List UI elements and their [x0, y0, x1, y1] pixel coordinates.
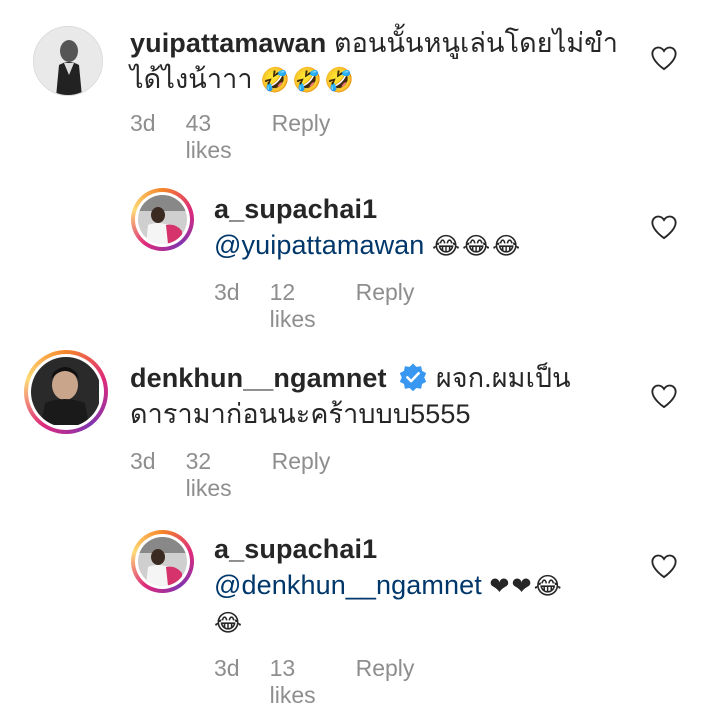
avatar[interactable] — [33, 26, 103, 96]
avatar-image — [138, 195, 187, 244]
comment-body: yuipattamawan ตอนนั้นหนูเล่นโดยไม่ขำ ได้… — [130, 25, 650, 98]
comment-text-line2: ดารามาก่อนนะคร้าบบบ5555 — [130, 399, 471, 429]
comment-username[interactable]: a_supachai1 — [214, 194, 377, 224]
comment-emoji: ❤❤😂 — [489, 572, 564, 600]
reply-button[interactable]: Reply — [356, 279, 415, 333]
avatar[interactable] — [131, 188, 194, 251]
avatar[interactable] — [24, 350, 108, 434]
comment-emoji-line2: 😂 — [214, 609, 245, 637]
comment-body: denkhun__ngamnet ผจก.ผมเป็น ดารามาก่อนนะ… — [130, 360, 650, 432]
avatar-image — [31, 357, 99, 425]
comment-time: 3d — [214, 655, 240, 681]
comment-meta: 3d 32 likes Reply — [130, 448, 330, 502]
mention-link[interactable]: @yuipattamawan — [214, 230, 424, 260]
avatar-image — [138, 537, 187, 586]
reply-button[interactable]: Reply — [272, 448, 331, 502]
comment-meta: 3d 13 likes Reply — [214, 655, 414, 709]
comment-username[interactable]: denkhun__ngamnet — [130, 363, 387, 393]
likes-count[interactable]: 32 likes — [186, 448, 232, 502]
heart-outline-icon[interactable] — [650, 214, 678, 240]
mention-link[interactable]: @denkhun__ngamnet — [214, 570, 482, 600]
comment-body: a_supachai1 @denkhun__ngamnet ❤❤😂 😂 — [214, 531, 644, 641]
comment-username[interactable]: yuipattamawan — [130, 28, 326, 58]
heart-outline-icon[interactable] — [650, 553, 678, 579]
comment-time: 3d — [214, 279, 240, 305]
likes-count[interactable]: 43 likes — [186, 110, 232, 164]
comment-username[interactable]: a_supachai1 — [214, 534, 377, 564]
verified-badge-icon — [400, 363, 427, 392]
comment-meta: 3d 43 likes Reply — [130, 110, 330, 164]
comment-text: ผจก.ผมเป็น — [435, 363, 571, 393]
likes-count[interactable]: 13 likes — [270, 655, 316, 709]
avatar-image — [34, 27, 102, 95]
comment-meta: 3d 12 likes Reply — [214, 279, 414, 333]
heart-outline-icon[interactable] — [650, 383, 678, 409]
likes-count[interactable]: 12 likes — [270, 279, 316, 333]
reply-button[interactable]: Reply — [356, 655, 415, 709]
comment-body: a_supachai1 @yuipattamawan 😂😂😂 — [214, 191, 644, 264]
avatar[interactable] — [131, 530, 194, 593]
heart-outline-icon[interactable] — [650, 45, 678, 71]
comment-time: 3d — [130, 110, 156, 136]
comment-time: 3d — [130, 448, 156, 474]
comment-text-line2: ได้ไงน้าาา — [130, 64, 253, 94]
reply-button[interactable]: Reply — [272, 110, 331, 164]
comment-emoji: 🤣🤣🤣 — [260, 66, 356, 94]
comment-emoji: 😂😂😂 — [432, 232, 523, 260]
comment-text: ตอนนั้นหนูเล่นโดยไม่ขำ — [333, 28, 619, 58]
